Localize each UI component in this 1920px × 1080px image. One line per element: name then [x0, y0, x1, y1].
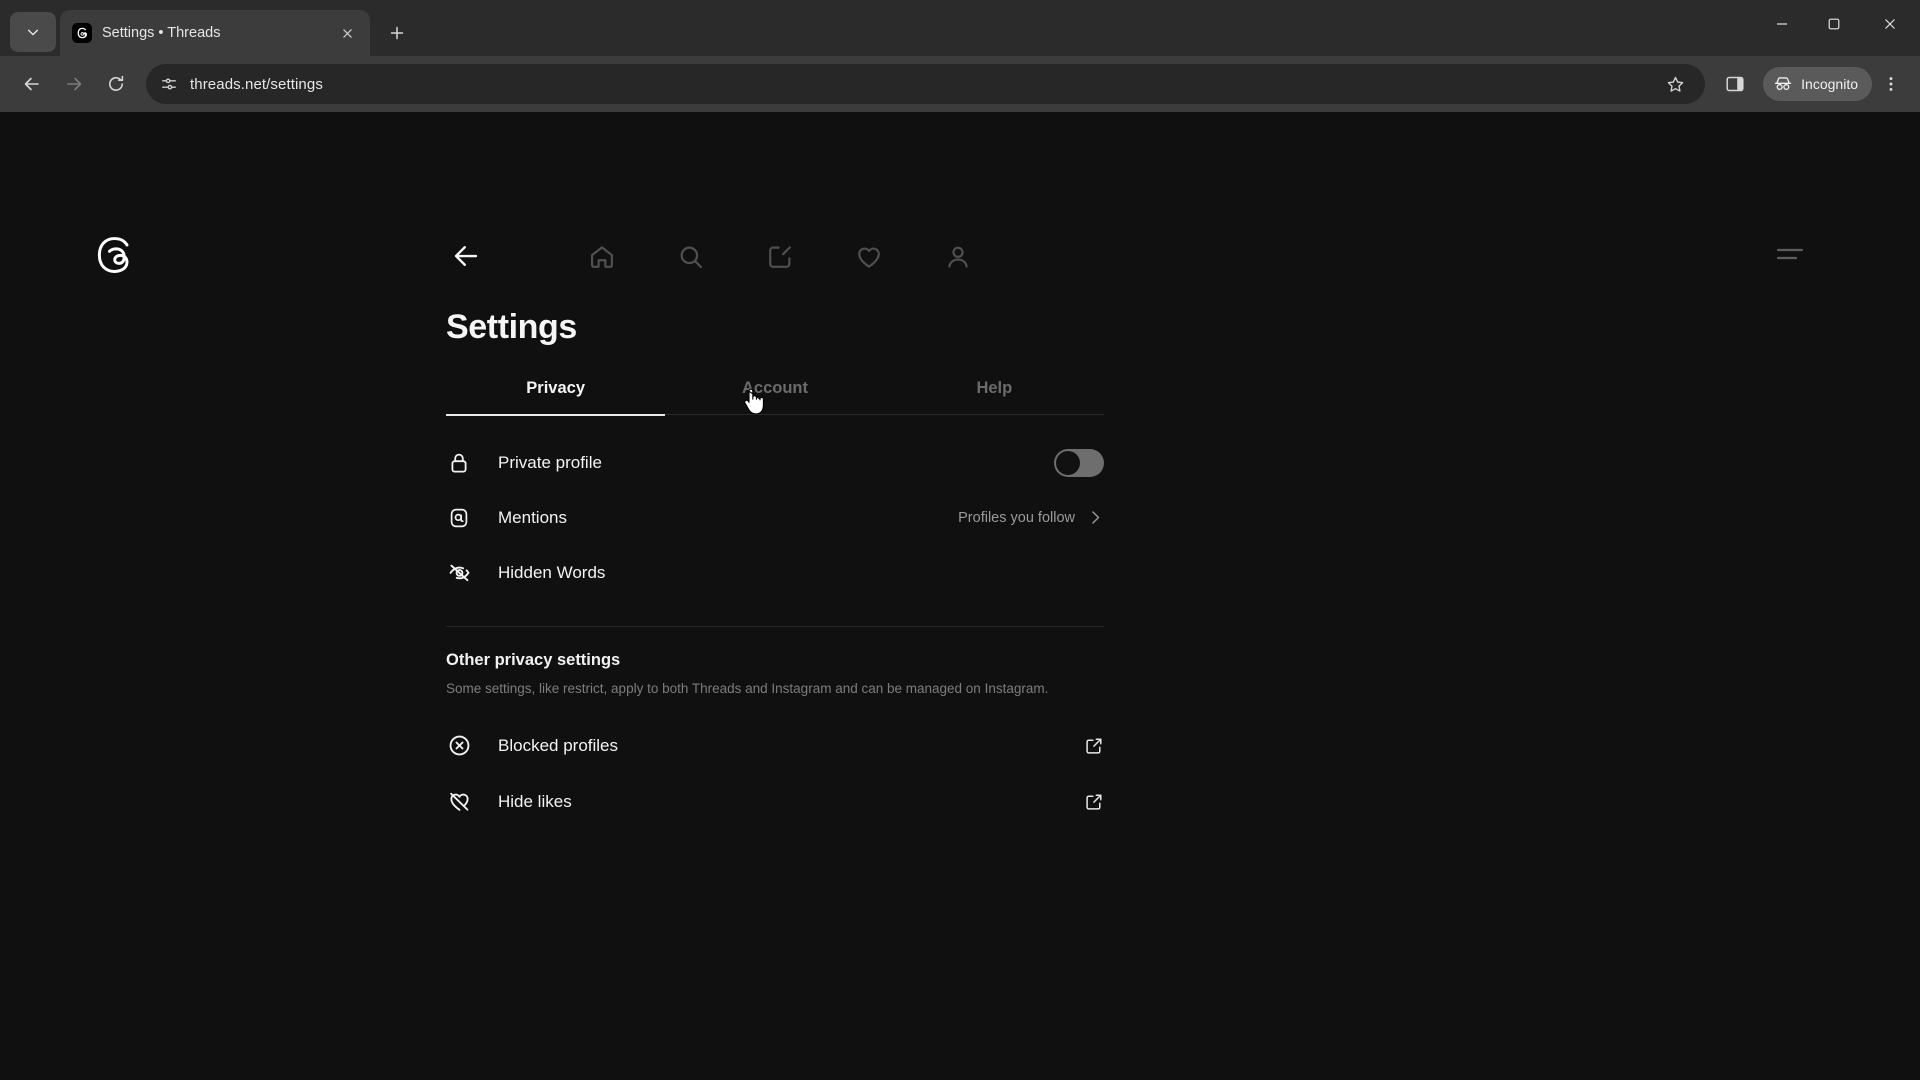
page-title: Settings — [446, 308, 577, 346]
nav-compose[interactable] — [758, 235, 802, 279]
app-back-button[interactable] — [448, 238, 484, 274]
other-privacy-title: Other privacy settings — [446, 651, 621, 669]
browser-menu-button[interactable] — [1874, 64, 1908, 104]
address-bar-url: threads.net/settings — [190, 75, 323, 93]
mentions-value: Profiles you follow — [958, 509, 1075, 526]
tab-search-chevron-icon — [27, 29, 39, 36]
app-menu-button[interactable] — [1772, 240, 1808, 270]
tab-favicon — [72, 23, 92, 43]
row-label: Private profile — [498, 452, 602, 472]
blocked-circle-x-icon — [446, 733, 472, 759]
section-divider — [446, 626, 1104, 627]
star-icon — [1667, 76, 1684, 92]
bookmark-button[interactable] — [1660, 75, 1691, 94]
tab-close-button[interactable] — [336, 22, 358, 44]
back-button[interactable] — [12, 64, 52, 104]
browser-toolbar: threads.net/settings Incognito — [0, 56, 1920, 112]
maximize-icon — [1828, 18, 1840, 30]
back-arrow-icon — [454, 246, 478, 266]
row-hidden-words[interactable]: Hidden Words — [446, 545, 1104, 600]
tabs-underline — [446, 414, 1104, 416]
compose-icon — [769, 246, 791, 268]
privacy-rows: Private profile Mentions Profiles you fo… — [446, 435, 1104, 600]
row-hide-likes[interactable]: Hide likes — [446, 774, 1104, 829]
side-panel-button[interactable] — [1715, 64, 1755, 104]
home-icon — [590, 246, 614, 268]
window-close-icon — [1885, 19, 1895, 29]
hidden-words-icon — [446, 560, 472, 586]
back-arrow-icon — [24, 77, 39, 91]
tab-title: Settings • Threads — [102, 25, 221, 41]
row-blocked-profiles[interactable]: Blocked profiles — [446, 718, 1104, 773]
nav-profile[interactable] — [936, 235, 980, 279]
close-window-button[interactable] — [1860, 0, 1920, 48]
forward-button[interactable] — [54, 64, 94, 104]
plus-icon — [390, 26, 404, 40]
row-control — [1084, 792, 1104, 812]
window-controls — [1756, 0, 1920, 48]
other-privacy-rows: Blocked profiles Hide likes — [446, 718, 1104, 829]
toggle-knob — [1056, 450, 1080, 475]
reload-icon — [109, 75, 124, 91]
private-profile-toggle[interactable] — [1054, 448, 1104, 477]
search-icon — [680, 246, 703, 269]
settings-content: Settings Privacy Account Help Private pr… — [446, 308, 1104, 829]
forward-arrow-icon — [67, 77, 82, 91]
row-label: Hide likes — [498, 791, 572, 811]
at-sign-icon — [446, 505, 472, 531]
threads-logo[interactable] — [92, 234, 134, 276]
reload-button[interactable] — [96, 64, 136, 104]
tab-help[interactable]: Help — [885, 369, 1104, 414]
threads-logo-icon — [97, 237, 129, 273]
tab-account[interactable]: Account — [665, 369, 884, 414]
omnibox-actions — [1660, 75, 1691, 94]
other-privacy-description: Some settings, like restrict, apply to b… — [446, 681, 1049, 696]
nav-activity[interactable] — [847, 235, 891, 279]
address-bar[interactable]: threads.net/settings — [146, 64, 1706, 104]
browser-window: Settings • Threads threads.net/settings … — [0, 0, 1920, 1080]
tab-privacy[interactable]: Privacy — [446, 369, 665, 414]
hide-likes-heart-slash-icon — [446, 789, 472, 815]
row-private-profile[interactable]: Private profile — [446, 435, 1104, 490]
incognito-indicator[interactable]: Incognito — [1763, 67, 1872, 101]
external-link-icon — [1084, 792, 1104, 812]
site-settings-icon[interactable] — [160, 75, 178, 93]
heart-icon — [858, 247, 880, 268]
browser-tab[interactable]: Settings • Threads — [60, 10, 370, 56]
person-icon — [948, 246, 968, 268]
row-control: Profiles you follow — [958, 509, 1104, 526]
close-icon — [342, 28, 352, 38]
tab-search-button[interactable] — [10, 12, 56, 52]
row-label: Blocked profiles — [498, 735, 619, 755]
minimize-icon — [1777, 23, 1787, 25]
row-control — [1054, 448, 1104, 477]
tab-strip: Settings • Threads — [0, 0, 1920, 56]
app-nav — [580, 232, 980, 282]
nav-home[interactable] — [580, 235, 624, 279]
active-tab-indicator — [446, 414, 666, 416]
side-panel-icon — [1726, 76, 1744, 92]
hamburger-menu-icon — [1776, 248, 1804, 260]
maximize-button[interactable] — [1808, 0, 1860, 48]
incognito-icon — [1775, 77, 1792, 91]
external-link-icon — [1084, 736, 1104, 756]
row-mentions[interactable]: Mentions Profiles you follow — [446, 490, 1104, 545]
threads-logo-icon — [77, 27, 87, 39]
minimize-button[interactable] — [1756, 0, 1808, 48]
three-dot-menu-icon — [1889, 77, 1893, 91]
incognito-label: Incognito — [1801, 76, 1858, 92]
nav-search[interactable] — [669, 235, 713, 279]
settings-tabs: Privacy Account Help — [446, 369, 1104, 414]
row-label: Mentions — [498, 507, 567, 527]
new-tab-button[interactable] — [380, 16, 414, 50]
row-label: Hidden Words — [498, 562, 606, 582]
lock-icon — [446, 450, 472, 476]
chevron-right-icon — [1087, 509, 1104, 526]
page-viewport: Settings Privacy Account Help Private pr… — [0, 112, 1920, 1080]
row-control — [1084, 736, 1104, 756]
